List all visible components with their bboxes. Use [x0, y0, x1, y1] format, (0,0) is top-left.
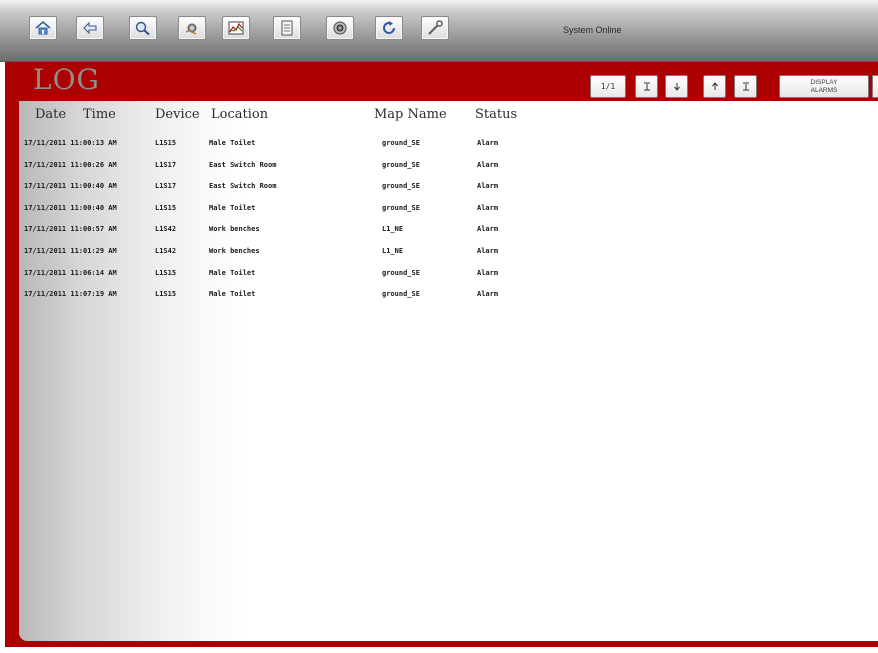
- speaker-icon: [333, 21, 347, 35]
- cell-map-name: ground_SE: [382, 182, 420, 190]
- refresh-icon: [383, 21, 395, 34]
- page-indicator: 1/1: [590, 75, 626, 98]
- search-button[interactable]: [129, 16, 157, 40]
- home-icon: [35, 20, 51, 35]
- tools-button[interactable]: [421, 16, 449, 40]
- toolbar: System Online: [0, 0, 878, 62]
- cell-status: Alarm: [477, 247, 499, 255]
- display-alarms-button[interactable]: DISPLAY ALARMS: [779, 75, 869, 98]
- cell-datetime: 17/11/2011 11:07:19 AM: [24, 290, 117, 298]
- cell-device: L1S42: [155, 225, 177, 233]
- refresh-button[interactable]: [375, 16, 403, 40]
- column-header-time: Time: [83, 107, 116, 122]
- cell-status: Alarm: [477, 225, 499, 233]
- next-panel-button[interactable]: [872, 75, 878, 98]
- cell-location: Male Toilet: [209, 290, 256, 298]
- back-button[interactable]: [76, 16, 104, 40]
- gear-hand-icon: [185, 23, 197, 35]
- display-alarms-label-line2: ALARMS: [810, 86, 838, 94]
- log-panel: [19, 101, 878, 641]
- settings-button[interactable]: [178, 16, 206, 40]
- cell-location: Work benches: [209, 225, 260, 233]
- column-header-date: Date: [35, 107, 67, 122]
- first-page-icon: [643, 82, 650, 91]
- cell-location: Work benches: [209, 247, 260, 255]
- cell-location: Male Toilet: [209, 139, 256, 147]
- first-page-button[interactable]: [635, 75, 658, 98]
- cell-status: Alarm: [477, 290, 499, 298]
- cell-datetime: 17/11/2011 11:00:13 AM: [24, 139, 117, 147]
- home-button[interactable]: [29, 16, 57, 40]
- cell-map-name: L1_NE: [382, 247, 404, 255]
- back-arrow-icon: [83, 21, 97, 35]
- report-button[interactable]: [273, 16, 301, 40]
- cell-datetime: 17/11/2011 11:00:40 AM: [24, 204, 117, 212]
- cell-status: Alarm: [477, 139, 499, 147]
- page-up-button[interactable]: [703, 75, 726, 98]
- speaker-button[interactable]: [326, 16, 354, 40]
- cell-device: L1S15: [155, 204, 177, 212]
- last-page-icon: [742, 82, 749, 91]
- cell-device: L1S15: [155, 269, 177, 277]
- cell-device: L1S42: [155, 247, 177, 255]
- cell-map-name: ground_SE: [382, 161, 420, 169]
- cell-status: Alarm: [477, 204, 499, 212]
- system-status-text: System Online: [563, 25, 622, 35]
- cell-location: Male Toilet: [209, 204, 256, 212]
- arrow-up-icon: [711, 82, 718, 90]
- cell-status: Alarm: [477, 182, 499, 190]
- cell-datetime: 17/11/2011 11:00:26 AM: [24, 161, 117, 169]
- cell-location: East Switch Room: [209, 182, 277, 190]
- page-down-button[interactable]: [665, 75, 688, 98]
- cell-map-name: ground_SE: [382, 139, 420, 147]
- cell-device: L1S15: [155, 139, 177, 147]
- last-page-button[interactable]: [734, 75, 757, 98]
- cell-datetime: 17/11/2011 11:00:40 AM: [24, 182, 117, 190]
- chart-icon: [228, 21, 244, 35]
- cell-status: Alarm: [477, 269, 499, 277]
- cell-location: Male Toilet: [209, 269, 256, 277]
- cell-map-name: ground_SE: [382, 290, 420, 298]
- document-icon: [281, 20, 293, 36]
- column-header-location: Location: [211, 107, 269, 122]
- magnifier-icon: [135, 21, 150, 36]
- column-header-device: Device: [155, 107, 200, 122]
- cell-datetime: 17/11/2011 11:01:29 AM: [24, 247, 117, 255]
- cell-status: Alarm: [477, 161, 499, 169]
- column-header-map-name: Map Name: [374, 107, 447, 122]
- cell-map-name: L1_NE: [382, 225, 404, 233]
- cell-map-name: ground_SE: [382, 269, 420, 277]
- cell-device: L1S17: [155, 161, 177, 169]
- wrench-icon: [428, 20, 443, 35]
- display-alarms-label-line1: DISPLAY: [810, 78, 838, 86]
- cell-device: L1S17: [155, 182, 177, 190]
- arrow-down-icon: [673, 83, 680, 91]
- cell-device: L1S15: [155, 290, 177, 298]
- cell-datetime: 17/11/2011 11:06:14 AM: [24, 269, 117, 277]
- cell-map-name: ground_SE: [382, 204, 420, 212]
- cell-datetime: 17/11/2011 11:00:57 AM: [24, 225, 117, 233]
- page-title: LOG: [33, 63, 100, 96]
- cell-location: East Switch Room: [209, 161, 277, 169]
- trend-button[interactable]: [222, 16, 250, 40]
- column-header-status: Status: [475, 107, 518, 122]
